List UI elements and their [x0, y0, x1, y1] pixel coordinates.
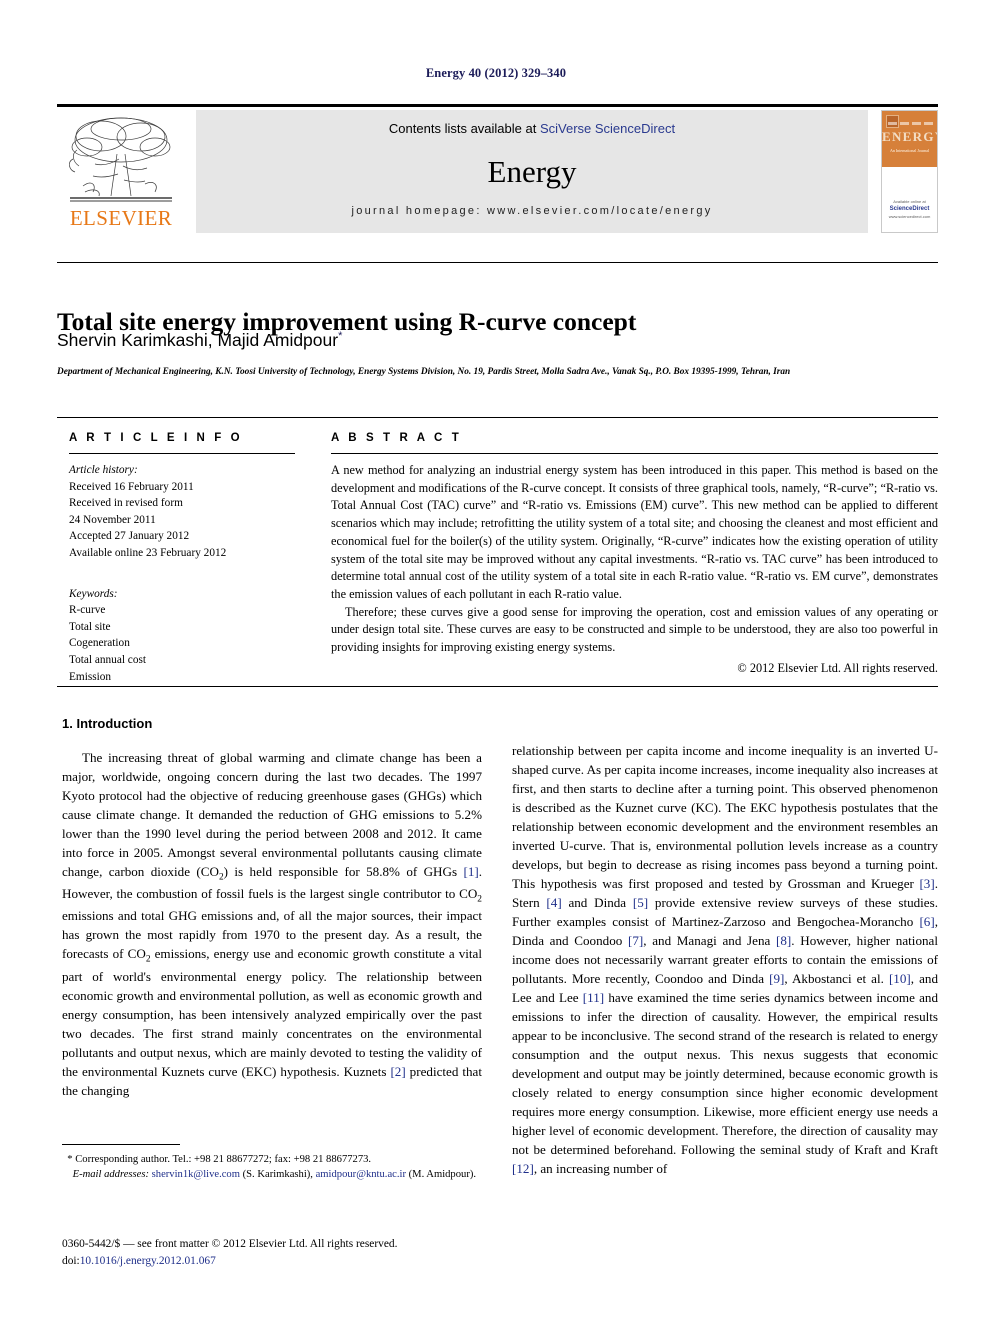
contents-prefix: Contents lists available at [388, 121, 540, 136]
cover-footer: Available online at ScienceDirect www.sc… [882, 199, 937, 220]
author-names: Shervin Karimkashi, Majid Amidpour [57, 330, 339, 350]
elsevier-tree-icon [69, 117, 172, 202]
section-heading-introduction: 1. Introduction [62, 716, 153, 731]
doi-label: doi: [62, 1255, 80, 1268]
abstract-paragraph: Therefore; these curves give a good sens… [331, 604, 938, 655]
cover-color-band: ENERGY An International Journal [882, 111, 937, 167]
keyword-item: Total annual cost [69, 653, 147, 666]
email-owner-1: (S. Karimkashi), [242, 1169, 313, 1181]
affiliation: Department of Mechanical Engineering, K.… [57, 367, 791, 377]
footnote-block: * Corresponding author. Tel.: +98 21 886… [62, 1152, 486, 1183]
keyword-item: Emission [69, 670, 112, 683]
cover-title: ENERGY [882, 129, 937, 144]
cover-top-ticks [886, 122, 933, 126]
article-info-rule [69, 453, 295, 454]
article-history-label: Article history: [69, 464, 138, 476]
doi-link[interactable]: 10.1016/j.energy.2012.01.067 [80, 1255, 216, 1267]
journal-homepage-line[interactable]: journal homepage: www.elsevier.com/locat… [196, 205, 868, 217]
article-info-heading: A R T I C L E I N F O [69, 432, 243, 444]
sciencedirect-link[interactable]: SciVerse ScienceDirect [540, 121, 675, 136]
email-owner-2: (M. Amidpour). [408, 1169, 477, 1181]
abstract-column: A B S T R A C T A new method for analyzi… [331, 432, 938, 677]
keywords-label: Keywords: [69, 587, 118, 600]
contents-available-line: Contents lists available at SciVerse Sci… [196, 121, 868, 136]
intro-paragraph-right: relationship between per capita income a… [512, 743, 938, 1176]
imprint-line: 0360-5442/$ — see front matter © 2012 El… [62, 1238, 398, 1250]
cover-subtitle: An International Journal [889, 148, 930, 153]
keyword-item: R-curve [69, 604, 106, 617]
history-item: 24 November 2011 [69, 513, 156, 526]
title-divider [57, 262, 938, 263]
paper-page: Energy 40 (2012) 329–340 ELSEVIER Conten… [0, 0, 992, 1323]
corresponding-author-marker: * [338, 330, 343, 343]
keyword-item: Total site [69, 620, 111, 633]
abstract-panel-top-divider [57, 417, 938, 418]
abstract-text: A new method for analyzing an industrial… [331, 462, 938, 677]
corresponding-author-note: * Corresponding author. Tel.: +98 21 886… [62, 1152, 486, 1167]
journal-title: Energy [487, 154, 577, 189]
keywords-block: Keywords: R-curve Total site Cogeneratio… [69, 586, 295, 686]
email-link-1[interactable]: shervin1k@live.com [152, 1169, 240, 1180]
abstract-copyright: © 2012 Elsevier Ltd. All rights reserved… [737, 660, 938, 675]
email-note: E-mail addresses: shervin1k@live.com (S.… [62, 1167, 486, 1182]
elsevier-logo: ELSEVIER [63, 114, 179, 232]
imprint-block: 0360-5442/$ — see front matter © 2012 El… [62, 1236, 502, 1270]
doi-line: doi:10.1016/j.energy.2012.01.067 [62, 1253, 502, 1270]
running-head: Energy 40 (2012) 329–340 [425, 66, 567, 80]
history-item: Accepted 27 January 2012 [69, 530, 190, 543]
intro-paragraph-left: The increasing threat of global warming … [62, 750, 483, 1098]
history-item: Received 16 February 2011 [69, 480, 194, 493]
journal-cover-thumbnail: ENERGY An International Journal Availabl… [881, 110, 938, 233]
abstract-heading: A B S T R A C T [331, 432, 462, 444]
history-item: Received in revised form [69, 497, 183, 510]
abstract-panel-bottom-divider [57, 686, 938, 687]
history-item: Available online 23 February 2012 [69, 546, 227, 559]
corresponding-author-text: * Corresponding author. Tel.: +98 21 886… [67, 1154, 372, 1165]
body-column-right: relationship between per capita income a… [512, 742, 938, 1179]
body-column-left: 1. Introduction The increasing threat of… [62, 716, 482, 1101]
cover-footer-line2: ScienceDirect [889, 206, 930, 212]
article-info-column: A R T I C L E I N F O Article history: R… [69, 432, 295, 685]
email-label: E-mail addresses: [72, 1169, 149, 1181]
abstract-rule [331, 453, 938, 454]
email-link-2[interactable]: amidpour@kntu.ac.ir [316, 1169, 406, 1180]
article-history: Article history: Received 16 February 20… [69, 462, 295, 562]
journal-masthead: ELSEVIER Contents lists available at Sci… [57, 104, 938, 233]
keyword-item: Cogeneration [69, 637, 130, 650]
cover-footer-line3: www.sciencedirect.com [888, 214, 931, 219]
journal-band: Contents lists available at SciVerse Sci… [196, 110, 868, 233]
footnote-divider [62, 1144, 180, 1145]
abstract-paragraph: A new method for analyzing an industrial… [331, 463, 938, 601]
author-list: Shervin Karimkashi, Majid Amidpour* [57, 330, 857, 351]
elsevier-wordmark: ELSEVIER [69, 206, 173, 230]
